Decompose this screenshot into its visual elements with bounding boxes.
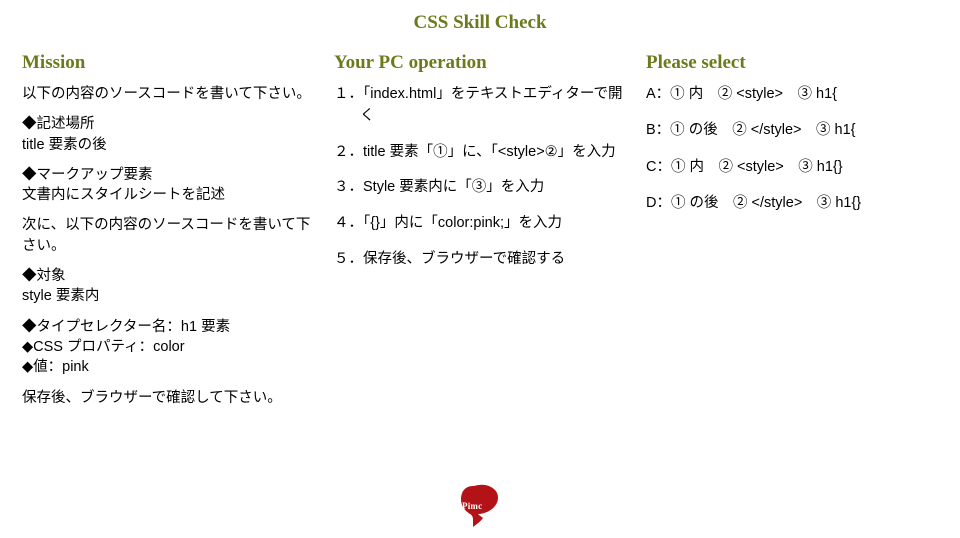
list-item: ４．「{}」内に「color:pink;」を入力 [334, 213, 628, 235]
operation-heading: Your PC operation [334, 52, 628, 74]
mission-p5: ◆対象 style 要素内 [22, 266, 316, 307]
mission-heading: Mission [22, 52, 316, 74]
list-item: １．「index.html」をテキストエディターで開く [334, 84, 628, 128]
option-a[interactable]: A：① 内 ② <style> ③ h1{ [646, 84, 940, 104]
mission-p1: 以下の内容のソースコードを書いて下さい。 [22, 84, 316, 104]
mission-p2: ◆記述場所 title 要素の後 [22, 114, 316, 155]
mission-body: 以下の内容のソースコードを書いて下さい。 ◆記述場所 title 要素の後 ◆マ… [22, 84, 316, 408]
page-title: CSS Skill Check [0, 0, 960, 34]
mission-p7: 保存後、ブラウザーで確認して下さい。 [22, 388, 316, 408]
list-item: ３．Style 要素内に「③」を入力 [334, 177, 628, 199]
select-column: Please select A：① 内 ② <style> ③ h1{ B：① … [646, 52, 940, 418]
columns: Mission 以下の内容のソースコードを書いて下さい。 ◆記述場所 title… [0, 34, 960, 418]
mission-p3: ◆マークアップ要素 文書内にスタイルシートを記述 [22, 165, 316, 206]
mission-p6: ◆タイプセレクター名：h1 要素 ◆CSS プロパティ：color ◆値：pin… [22, 317, 316, 378]
option-b[interactable]: B：① の後 ② </style> ③ h1{ [646, 120, 940, 140]
operation-column: Your PC operation １．「index.html」をテキストエディ… [334, 52, 628, 418]
option-c[interactable]: C：① 内 ② <style> ③ h1{} [646, 157, 940, 177]
mission-p4: 次に、以下の内容のソースコードを書いて下さい。 [22, 215, 316, 256]
pimc-logo: Pimc [455, 484, 505, 528]
mission-column: Mission 以下の内容のソースコードを書いて下さい。 ◆記述場所 title… [22, 52, 316, 418]
logo-text: Pimc [462, 501, 482, 511]
list-item: ５．保存後、ブラウザーで確認する [334, 249, 628, 271]
option-d[interactable]: D：① の後 ② </style> ③ h1{} [646, 193, 940, 213]
list-item: ２．title 要素「①」に、「<style>②」を入力 [334, 142, 628, 164]
select-heading: Please select [646, 52, 940, 74]
operation-list: １．「index.html」をテキストエディターで開く ２．title 要素「①… [334, 84, 628, 271]
